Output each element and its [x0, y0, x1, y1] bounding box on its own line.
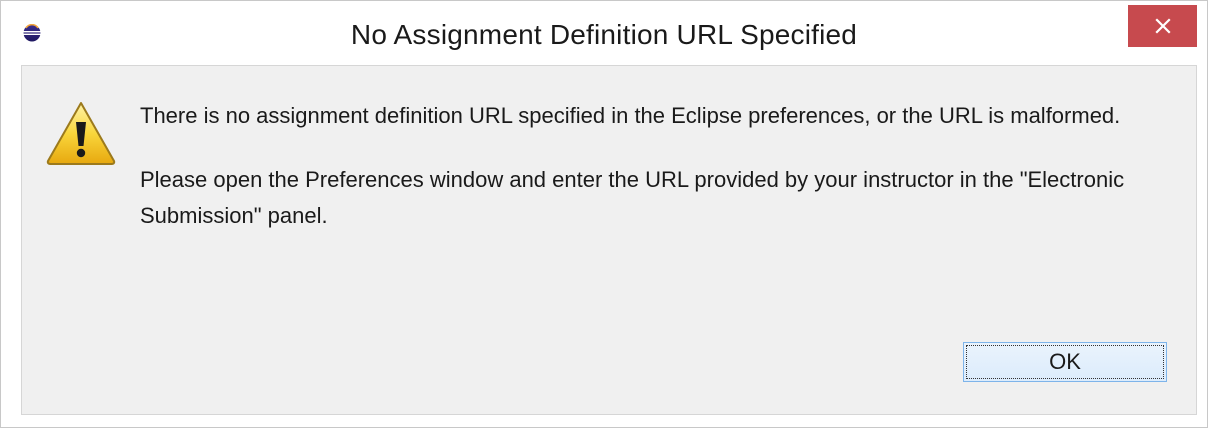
dialog-window: No Assignment Definition URL Specified T… — [0, 0, 1208, 428]
title-bar[interactable]: No Assignment Definition URL Specified — [1, 1, 1207, 65]
warning-icon — [46, 102, 116, 165]
message-paragraph-1: There is no assignment definition URL sp… — [140, 103, 1121, 128]
message-text: There is no assignment definition URL sp… — [140, 98, 1130, 262]
ok-button-label: OK — [1049, 349, 1081, 374]
close-icon — [1154, 18, 1171, 34]
ok-button[interactable]: OK — [963, 342, 1167, 382]
window-title: No Assignment Definition URL Specified — [350, 19, 858, 50]
close-button[interactable] — [1128, 5, 1197, 47]
dialog-content: There is no assignment definition URL sp… — [21, 65, 1197, 415]
message-paragraph-2: Please open the Preferences window and e… — [140, 167, 1125, 228]
